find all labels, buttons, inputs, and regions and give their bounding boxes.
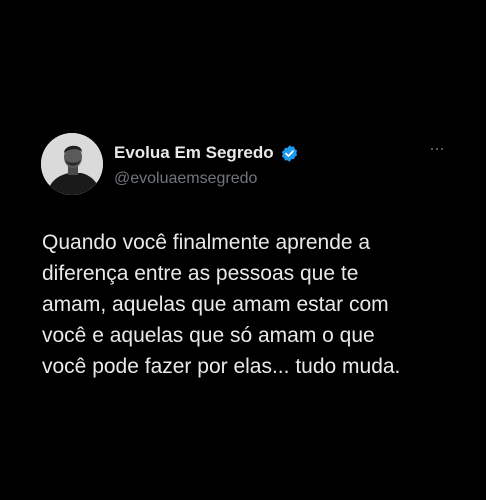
ellipsis-icon-dot (436, 148, 438, 150)
tweet-card: Evolua Em Segredo @evoluaemsegredo Quand… (0, 0, 486, 500)
tweet-text-line: diferença entre as pessoas que te (42, 262, 359, 285)
avatar[interactable] (41, 133, 103, 195)
verified-badge-icon (280, 144, 299, 163)
tweet-text-line: você pode fazer por elas... tudo muda. (42, 355, 401, 378)
author-name[interactable]: Evolua Em Segredo (114, 143, 274, 163)
more-options-button[interactable] (424, 141, 450, 157)
tweet-text-line: você e aquelas que só amam o que (42, 324, 375, 347)
tweet-text-line: amam, aquelas que amam estar com (42, 293, 389, 316)
ellipsis-icon (431, 148, 433, 150)
author-name-row: Evolua Em Segredo (114, 141, 299, 165)
tweet-text: Quando você finalmente aprende a diferen… (42, 227, 462, 382)
avatar-photo-icon (41, 133, 103, 195)
author-handle[interactable]: @evoluaemsegredo (114, 170, 257, 188)
tweet-text-line: Quando você finalmente aprende a (42, 231, 371, 254)
ellipsis-icon-dot (441, 148, 443, 150)
